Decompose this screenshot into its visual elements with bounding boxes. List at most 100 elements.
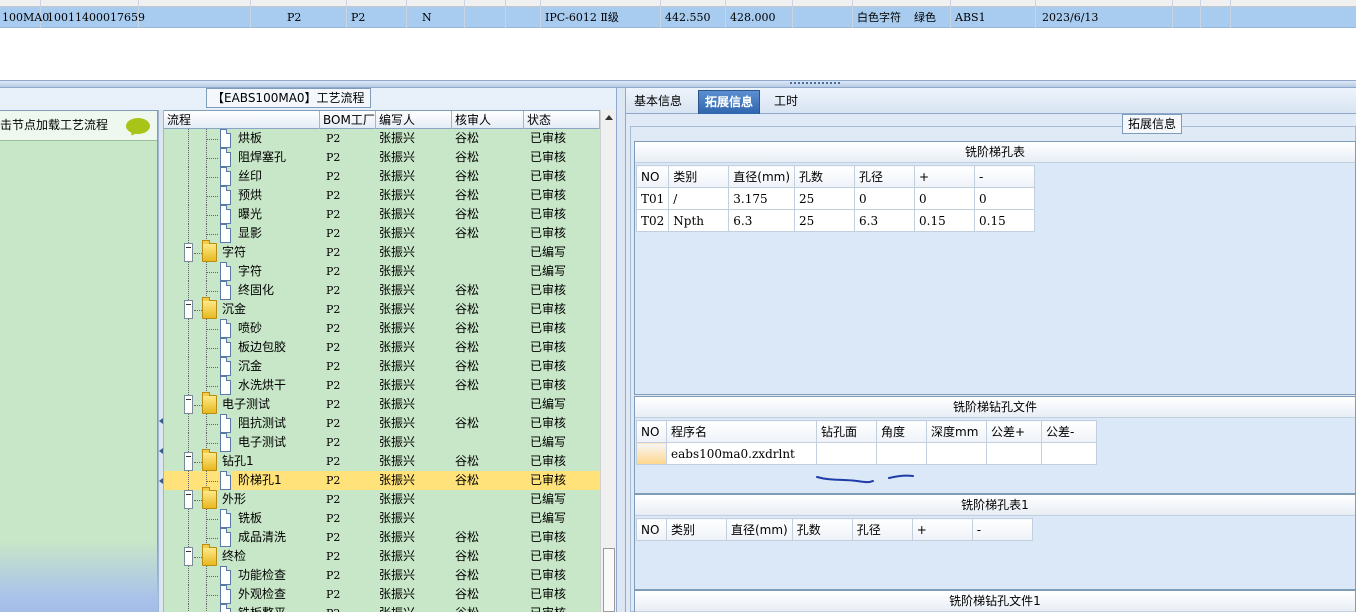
tree-item-row[interactable]: 丝印 P2 张振兴 谷松 已审核 bbox=[164, 167, 600, 186]
tree-folder-row[interactable]: 沉金 P2 张振兴 谷松 已审核 bbox=[164, 297, 600, 319]
col-minus[interactable]: - bbox=[974, 165, 1036, 188]
cell-diameter[interactable]: 6.3 bbox=[728, 209, 796, 232]
collapse-toggle-icon[interactable] bbox=[184, 395, 193, 414]
col-hole-size[interactable]: 孔径 bbox=[854, 165, 916, 188]
col-header-status[interactable]: 状态 bbox=[524, 111, 600, 129]
scroll-thumb[interactable] bbox=[603, 548, 615, 612]
tree-item-row[interactable]: 沉金 P2 张振兴 谷松 已审核 bbox=[164, 357, 600, 376]
top-cell-code[interactable]: 100MA0 bbox=[2, 7, 49, 28]
col-diameter[interactable]: 直径(mm) bbox=[726, 518, 793, 541]
tree-item-row[interactable]: 电子测试 P2 张振兴 已编写 bbox=[164, 433, 600, 452]
col-tolerance-minus[interactable]: 公差- bbox=[1041, 420, 1097, 443]
tree-item-row[interactable]: 喷砂 P2 张振兴 谷松 已审核 bbox=[164, 319, 600, 338]
cell-no[interactable] bbox=[636, 442, 667, 465]
tree-folder-row[interactable]: 终检 P2 张振兴 谷松 已审核 bbox=[164, 544, 600, 566]
middle-vertical-splitter[interactable] bbox=[616, 88, 626, 612]
tree-folder-row[interactable]: 电子测试 P2 张振兴 已编写 bbox=[164, 392, 600, 414]
cell-depth[interactable] bbox=[926, 442, 987, 465]
col-plus[interactable]: + bbox=[914, 165, 976, 188]
cell-plus[interactable]: 0.15 bbox=[914, 209, 976, 232]
col-header-writer[interactable]: 编写人 bbox=[376, 111, 452, 129]
col-header-process[interactable]: 流程 bbox=[164, 111, 320, 129]
collapse-toggle-icon[interactable] bbox=[184, 243, 193, 262]
col-tolerance-plus[interactable]: 公差+ bbox=[986, 420, 1042, 443]
top-cell-bom[interactable]: P2 bbox=[287, 7, 301, 28]
tree-item-row[interactable]: 成品清洗 P2 张振兴 谷松 已审核 bbox=[164, 528, 600, 547]
collapse-toggle-icon[interactable] bbox=[184, 452, 193, 471]
cell-category[interactable]: / bbox=[668, 187, 730, 210]
top-cell-mask-color[interactable]: 绿色 bbox=[914, 7, 936, 28]
collapse-toggle-icon[interactable] bbox=[184, 490, 193, 509]
col-no[interactable]: NO bbox=[636, 518, 667, 541]
tree-item-row[interactable]: 板边包胶 P2 张振兴 谷松 已审核 bbox=[164, 338, 600, 357]
table-row[interactable]: T02 Npth 6.3 25 6.3 0.15 0.15 bbox=[635, 209, 1036, 232]
cell-hole-count[interactable]: 25 bbox=[794, 209, 856, 232]
cell-hole-size[interactable]: 0 bbox=[854, 187, 916, 210]
table-row[interactable]: eabs100ma0.zxdrlnt bbox=[636, 442, 1097, 465]
tree-scrollbar[interactable] bbox=[600, 110, 616, 612]
tree-item-row[interactable]: 阻抗测试 P2 张振兴 谷松 已审核 bbox=[164, 414, 600, 433]
cell-tolerance-minus[interactable] bbox=[1041, 442, 1097, 465]
col-minus[interactable]: - bbox=[971, 518, 1033, 541]
tab-work-hours[interactable]: 工时 bbox=[768, 90, 804, 114]
col-hole-count[interactable]: 孔数 bbox=[791, 518, 853, 541]
col-no[interactable]: NO bbox=[635, 165, 670, 188]
col-header-bom[interactable]: BOM工厂 bbox=[320, 111, 376, 129]
cell-plus[interactable]: 0 bbox=[914, 187, 976, 210]
tree-folder-row[interactable]: 外形 P2 张振兴 已编写 bbox=[164, 487, 600, 509]
cell-minus[interactable]: 0.15 bbox=[974, 209, 1036, 232]
horizontal-splitter[interactable] bbox=[0, 80, 1356, 88]
tree-item-row[interactable]: 阶梯孔1 P2 张振兴 谷松 已审核 bbox=[164, 471, 600, 490]
col-hole-size[interactable]: 孔径 bbox=[851, 518, 913, 541]
tree-item-row[interactable]: 功能检查 P2 张振兴 谷松 已审核 bbox=[164, 566, 600, 585]
tab-extended-info[interactable]: 拓展信息 bbox=[698, 90, 761, 114]
tree-item-row[interactable]: 烘板 P2 张振兴 谷松 已审核 bbox=[164, 129, 600, 148]
top-cell-width[interactable]: 428.000 bbox=[730, 7, 776, 28]
cell-diameter[interactable]: 3.175 bbox=[728, 187, 796, 210]
top-cell-customer[interactable]: ABS1 bbox=[955, 7, 986, 28]
tab-basic-info[interactable]: 基本信息 bbox=[628, 90, 688, 114]
arrow-left-icon[interactable] bbox=[159, 448, 163, 454]
cell-minus[interactable]: 0 bbox=[974, 187, 1036, 210]
tree-item-row[interactable]: 铣板 P2 张振兴 已编写 bbox=[164, 509, 600, 528]
tree-item-row[interactable]: 终固化 P2 张振兴 谷松 已审核 bbox=[164, 281, 600, 300]
collapse-toggle-icon[interactable] bbox=[184, 547, 193, 566]
col-drill-side[interactable]: 钻孔面 bbox=[816, 420, 877, 443]
col-hole-count[interactable]: 孔数 bbox=[794, 165, 856, 188]
tree-item-row[interactable]: 显影 P2 张振兴 谷松 已审核 bbox=[164, 224, 600, 243]
tree-item-row[interactable]: 外观检查 P2 张振兴 谷松 已审核 bbox=[164, 585, 600, 604]
col-category[interactable]: 类别 bbox=[666, 518, 727, 541]
tree-folder-row[interactable]: 字符 P2 张振兴 已编写 bbox=[164, 240, 600, 262]
col-angle[interactable]: 角度 bbox=[876, 420, 927, 443]
top-cell-number[interactable]: 10011400017659 bbox=[47, 7, 145, 28]
col-diameter[interactable]: 直径(mm) bbox=[728, 165, 796, 188]
col-program-name[interactable]: 程序名 bbox=[666, 420, 817, 443]
splitter-grip[interactable] bbox=[790, 82, 840, 85]
col-plus[interactable]: + bbox=[911, 518, 973, 541]
top-cell-factory[interactable]: P2 bbox=[351, 7, 365, 28]
top-cell-flag[interactable]: N bbox=[422, 7, 432, 28]
cell-no[interactable]: T02 bbox=[635, 209, 670, 232]
top-cell-standard[interactable]: IPC-6012 Ⅱ级 bbox=[545, 7, 619, 28]
col-header-reviewer[interactable]: 核审人 bbox=[452, 111, 524, 129]
col-depth[interactable]: 深度mm bbox=[926, 420, 987, 443]
col-category[interactable]: 类别 bbox=[668, 165, 730, 188]
tree-item-row[interactable]: 水洗烘干 P2 张振兴 谷松 已审核 bbox=[164, 376, 600, 395]
cell-category[interactable]: Npth bbox=[668, 209, 730, 232]
tree-item-row[interactable]: 字符 P2 张振兴 已编写 bbox=[164, 262, 600, 281]
cell-angle[interactable] bbox=[876, 442, 927, 465]
top-cell-length[interactable]: 442.550 bbox=[665, 7, 711, 28]
tree-folder-row[interactable]: 钻孔1 P2 张振兴 谷松 已审核 bbox=[164, 449, 600, 471]
cell-hole-size[interactable]: 6.3 bbox=[854, 209, 916, 232]
collapse-toggle-icon[interactable] bbox=[184, 300, 193, 319]
cell-hole-count[interactable]: 25 bbox=[794, 187, 856, 210]
cell-tolerance-plus[interactable] bbox=[986, 442, 1042, 465]
top-cell-date[interactable]: 2023/6/13 bbox=[1042, 7, 1098, 28]
table-row[interactable]: T01 / 3.175 25 0 0 0 bbox=[635, 187, 1036, 210]
cell-drill-side[interactable] bbox=[816, 442, 877, 465]
tree-item-row[interactable]: 铣板整平 P2 张振兴 谷松 已审核 bbox=[164, 604, 600, 612]
cell-program-name[interactable]: eabs100ma0.zxdrlnt bbox=[666, 442, 817, 465]
scroll-up-icon[interactable] bbox=[605, 115, 613, 120]
tree-item-row[interactable]: 曝光 P2 张振兴 谷松 已审核 bbox=[164, 205, 600, 224]
tree-item-row[interactable]: 预烘 P2 张振兴 谷松 已审核 bbox=[164, 186, 600, 205]
